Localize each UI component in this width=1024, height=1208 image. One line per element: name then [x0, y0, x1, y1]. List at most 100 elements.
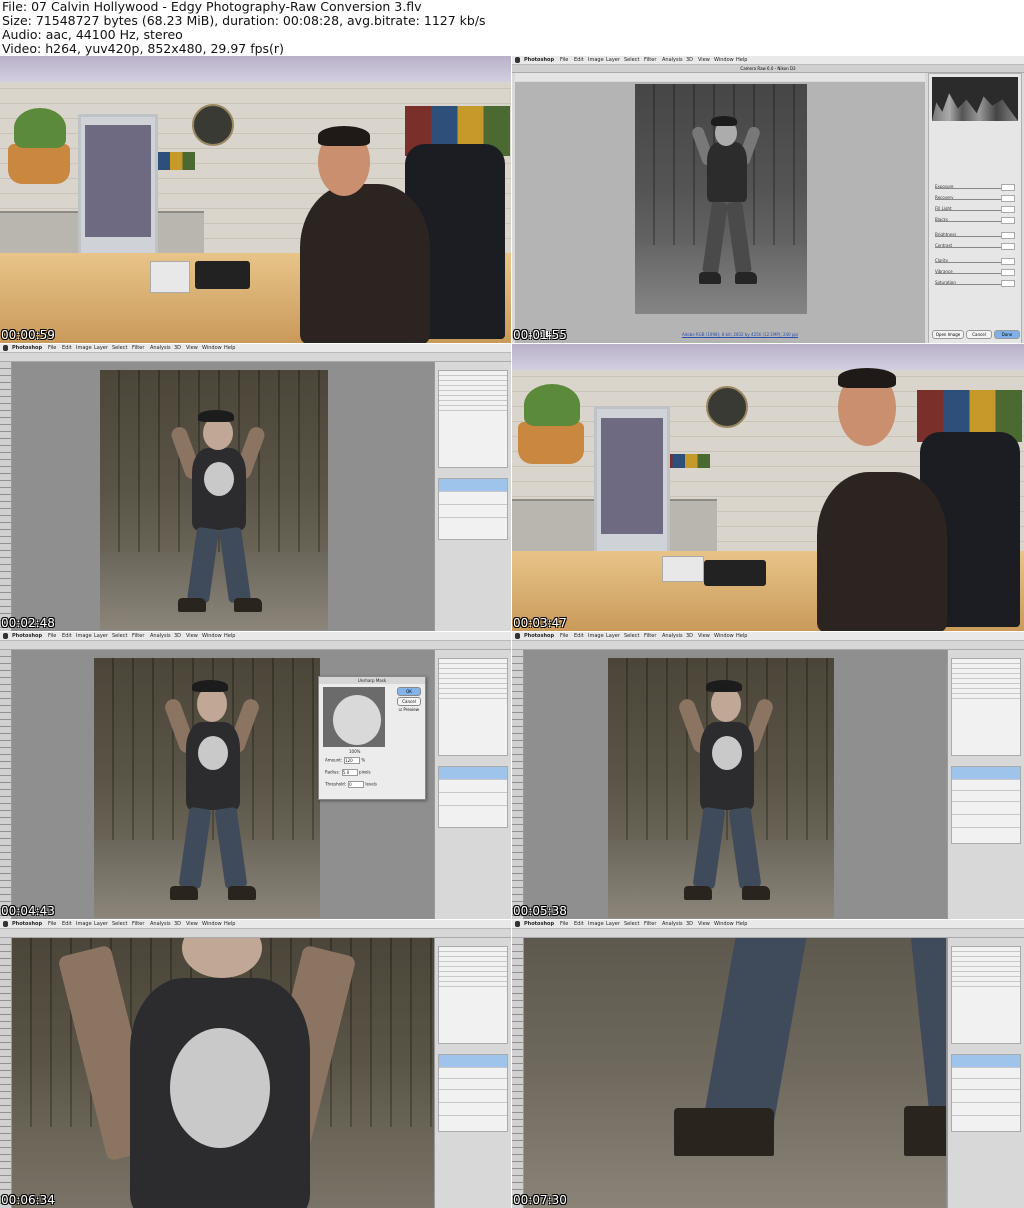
slider-value[interactable]	[1001, 232, 1015, 239]
menu-help[interactable]: Help	[224, 344, 235, 352]
tools-panel[interactable]	[512, 938, 524, 1208]
slider-exposure[interactable]: Exposure	[935, 184, 1015, 191]
menu-analysis[interactable]: Analysis	[150, 344, 171, 352]
slider-brightness[interactable]: Brightness	[935, 232, 1015, 239]
layers-panel[interactable]	[951, 766, 1021, 844]
thumbnail-3[interactable]: Photoshop File Edit Image Layer Select F…	[0, 344, 511, 631]
menu-edit[interactable]: Edit	[62, 920, 72, 928]
thumbnail-6[interactable]: Photoshop File Edit Image Layer Select F…	[512, 632, 1024, 919]
slider-track[interactable]	[935, 221, 1001, 222]
menu-filter[interactable]: Filter	[132, 920, 144, 928]
options-bar[interactable]	[0, 929, 511, 938]
menu-window[interactable]: Window	[202, 632, 222, 640]
menu-edit[interactable]: Edit	[574, 920, 584, 928]
menu-filter[interactable]: Filter	[644, 56, 656, 64]
slider-fill-light[interactable]: Fill Light	[935, 206, 1015, 213]
options-bar[interactable]	[0, 353, 511, 362]
menu-analysis[interactable]: Analysis	[662, 920, 683, 928]
slider-value[interactable]	[1001, 217, 1015, 224]
menu-image[interactable]: Image	[76, 344, 92, 352]
menu-layer[interactable]: Layer	[606, 632, 620, 640]
thumbnail-4[interactable]: 00:03:47	[512, 344, 1024, 631]
slider-track[interactable]	[935, 210, 1001, 211]
slider-vibrance[interactable]: Vibrance	[935, 269, 1015, 276]
tools-panel[interactable]	[0, 650, 12, 919]
slider-track[interactable]	[935, 236, 1001, 237]
menu-select[interactable]: Select	[112, 920, 127, 928]
menu-analysis[interactable]: Analysis	[150, 632, 171, 640]
menu-window[interactable]: Window	[714, 632, 734, 640]
menu-3d[interactable]: 3D	[686, 632, 693, 640]
menu-window[interactable]: Window	[714, 56, 734, 64]
menu-view[interactable]: View	[698, 632, 710, 640]
menu-select[interactable]: Select	[624, 632, 639, 640]
menu-view[interactable]: View	[186, 344, 198, 352]
adjustments-panel[interactable]	[951, 658, 1021, 756]
menu-layer[interactable]: Layer	[94, 920, 108, 928]
thumbnail-5[interactable]: Photoshop File Edit Image Layer Select F…	[0, 632, 511, 919]
thumbnail-1[interactable]: 00:00:59	[0, 56, 511, 343]
menu-view[interactable]: View	[186, 920, 198, 928]
menu-photoshop[interactable]: Photoshop	[12, 920, 42, 928]
slider-track[interactable]	[935, 199, 1001, 200]
menu-select[interactable]: Select	[112, 632, 127, 640]
menu-window[interactable]: Window	[714, 920, 734, 928]
options-bar[interactable]	[0, 641, 511, 650]
layers-panel[interactable]	[438, 766, 508, 828]
adjustments-panel[interactable]	[438, 370, 508, 468]
menu-layer[interactable]: Layer	[94, 632, 108, 640]
menu-3d[interactable]: 3D	[174, 632, 181, 640]
slider-value[interactable]	[1001, 243, 1015, 250]
slider-contrast[interactable]: Contrast	[935, 243, 1015, 250]
menu-window[interactable]: Window	[202, 344, 222, 352]
menu-edit[interactable]: Edit	[574, 56, 584, 64]
thumbnail-8[interactable]: Photoshop File Edit Image Layer Select F…	[512, 920, 1024, 1208]
menu-image[interactable]: Image	[588, 920, 604, 928]
adjustments-panel[interactable]	[438, 946, 508, 1044]
menu-photoshop[interactable]: Photoshop	[12, 632, 42, 640]
slider-recovery[interactable]: Recovery	[935, 195, 1015, 202]
menu-window[interactable]: Window	[202, 920, 222, 928]
slider-value[interactable]	[1001, 269, 1015, 276]
menu-3d[interactable]: 3D	[174, 920, 181, 928]
menu-image[interactable]: Image	[588, 632, 604, 640]
slider-blacks[interactable]: Blacks	[935, 217, 1015, 224]
menu-filter[interactable]: Filter	[644, 920, 656, 928]
menu-file[interactable]: File	[560, 56, 568, 64]
menu-image[interactable]: Image	[76, 632, 92, 640]
menu-file[interactable]: File	[48, 344, 56, 352]
thumbnail-7[interactable]: Photoshop File Edit Image Layer Select F…	[0, 920, 511, 1208]
layers-panel[interactable]	[951, 1054, 1021, 1132]
menu-photoshop[interactable]: Photoshop	[12, 344, 42, 352]
menu-file[interactable]: File	[560, 920, 568, 928]
menu-layer[interactable]: Layer	[94, 344, 108, 352]
menu-analysis[interactable]: Analysis	[662, 632, 683, 640]
menu-file[interactable]: File	[48, 632, 56, 640]
threshold-input[interactable]: 0	[348, 781, 365, 788]
radius-input[interactable]: 5.0	[341, 769, 358, 776]
menu-edit[interactable]: Edit	[62, 632, 72, 640]
menu-file[interactable]: File	[560, 632, 568, 640]
open-image-button[interactable]: Open Image	[932, 330, 964, 339]
tools-panel[interactable]	[0, 362, 12, 631]
menu-help[interactable]: Help	[224, 920, 235, 928]
menu-select[interactable]: Select	[624, 56, 639, 64]
menu-file[interactable]: File	[48, 920, 56, 928]
menu-analysis[interactable]: Analysis	[150, 920, 171, 928]
cancel-button[interactable]: Cancel	[966, 330, 992, 339]
menu-help[interactable]: Help	[736, 920, 747, 928]
layers-panel[interactable]	[438, 1054, 508, 1132]
slider-track[interactable]	[935, 188, 1001, 189]
dialog-preview[interactable]	[323, 687, 385, 747]
tools-panel[interactable]	[0, 938, 12, 1208]
slider-track[interactable]	[935, 273, 1001, 274]
menu-layer[interactable]: Layer	[606, 920, 620, 928]
menu-photoshop[interactable]: Photoshop	[524, 920, 554, 928]
menu-filter[interactable]: Filter	[132, 344, 144, 352]
menu-view[interactable]: View	[698, 56, 710, 64]
slider-saturation[interactable]: Saturation	[935, 280, 1015, 287]
slider-value[interactable]	[1001, 280, 1015, 287]
amount-input[interactable]: 120	[344, 757, 361, 764]
slider-value[interactable]	[1001, 184, 1015, 191]
slider-clarity[interactable]: Clarity	[935, 258, 1015, 265]
